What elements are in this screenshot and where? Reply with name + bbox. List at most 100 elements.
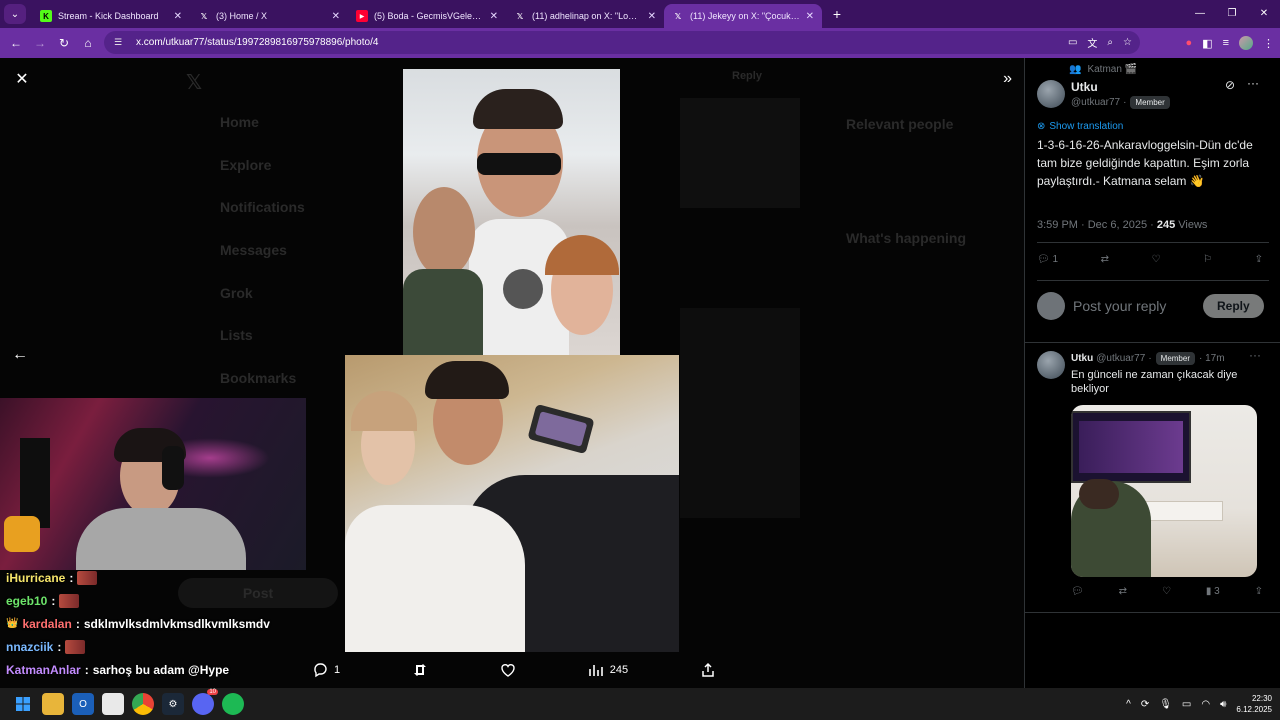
heart-icon[interactable]: ♡: [1152, 254, 1161, 265]
author-handle-row: @utkuar77 · Member: [1071, 96, 1170, 109]
repost-icon: [412, 662, 428, 678]
calculator-icon[interactable]: [102, 693, 124, 715]
repost-icon[interactable]: ⇄: [1101, 254, 1109, 265]
tab-close-icon[interactable]: ✕: [490, 11, 498, 22]
more-icon[interactable]: ···: [1247, 76, 1259, 90]
ghost-nav-grok: Grok: [220, 285, 253, 301]
chat-message: egeb10:: [0, 589, 300, 612]
chrome-icon[interactable]: [132, 693, 154, 715]
community-header[interactable]: 👥 Katman 🎬: [1069, 64, 1137, 75]
stream-chat: iHurricane: egeb10: 👑 kardalan: sdklmvlks…: [0, 566, 300, 681]
menu-icon[interactable]: ⋮: [1263, 37, 1274, 50]
photo-top[interactable]: [403, 69, 620, 355]
windows-start-icon[interactable]: [12, 693, 34, 715]
reply-action[interactable]: 1: [312, 662, 340, 678]
x-logo-icon: 𝕏: [186, 72, 203, 94]
outlook-icon[interactable]: O: [72, 693, 94, 715]
views-action[interactable]: 245: [588, 662, 628, 678]
divider: [1025, 342, 1280, 343]
back-icon[interactable]: ←: [4, 36, 28, 50]
heart-icon: [500, 662, 516, 678]
tab-search-icon[interactable]: ⌄: [4, 4, 26, 24]
close-icon[interactable]: ✕: [12, 70, 32, 90]
forward-icon[interactable]: →: [28, 36, 52, 50]
previous-arrow-icon[interactable]: ←: [12, 346, 28, 364]
more-icon[interactable]: ···: [1249, 348, 1261, 362]
photo-actions-bar: 1 245: [300, 658, 730, 682]
profile-avatar[interactable]: [1239, 36, 1253, 50]
tab-0[interactable]: K Stream - Kick Dashboard ✕: [32, 4, 190, 28]
wifi-icon[interactable]: ◠: [1201, 699, 1210, 710]
avatar[interactable]: [1037, 80, 1065, 108]
steam-icon[interactable]: ⚙: [162, 693, 184, 715]
heart-icon[interactable]: ♡: [1162, 586, 1171, 597]
address-bar[interactable]: ☰ x.com/utkuar77/status/1997289816975978…: [104, 31, 1140, 54]
home-icon[interactable]: ⌂: [76, 36, 100, 50]
share-icon[interactable]: ⇪: [1255, 586, 1263, 597]
share-icon[interactable]: ⇪: [1255, 254, 1263, 265]
current-user-avatar: [1037, 292, 1065, 320]
tab-close-icon[interactable]: ✕: [174, 11, 182, 22]
chat-message: 👑 kardalan: sdklmvlksdmlvkmsdlkvmlksmdv: [6, 616, 270, 631]
tab-3[interactable]: 𝕏 (11) adhelinap on X: "Looks like ✕: [506, 4, 664, 28]
discord-icon[interactable]: 10: [192, 689, 218, 715]
share-action[interactable]: [700, 662, 716, 678]
repost-action[interactable]: [412, 662, 428, 678]
extensions-puzzle-icon[interactable]: ◧: [1202, 37, 1212, 50]
close-window-icon[interactable]: ✕: [1248, 0, 1280, 28]
avatar[interactable]: [1037, 351, 1065, 379]
tab-close-icon[interactable]: ✕: [648, 11, 656, 22]
tab-close-icon[interactable]: ✕: [332, 11, 340, 22]
member-badge: Member: [1130, 96, 1170, 109]
reload-icon[interactable]: ↻: [52, 36, 76, 50]
spotify-icon[interactable]: [222, 693, 244, 715]
tab-close-icon[interactable]: ✕: [806, 11, 814, 22]
tab-2[interactable]: ▶ (5) Boda - GecmisVGelecek (Offic ✕: [348, 4, 506, 28]
like-action[interactable]: [500, 662, 516, 678]
repost-icon[interactable]: ⇄: [1119, 586, 1127, 597]
collapse-sidebar-icon[interactable]: »: [1003, 70, 1012, 88]
clock[interactable]: 22:30 6.12.2025: [1236, 693, 1272, 715]
post-meta: 3:59 PM · Dec 6, 2025 · 245 Views: [1037, 219, 1208, 231]
extension-icon[interactable]: ●: [1186, 37, 1193, 49]
reply-image[interactable]: [1071, 405, 1257, 577]
chevron-up-icon[interactable]: ^: [1126, 699, 1131, 710]
divider: [1025, 612, 1280, 613]
reply-button[interactable]: 💬︎ 1: [1037, 254, 1058, 265]
tab-4[interactable]: 𝕏 (11) Jekeyy on X: "Çocukluğunu ✕: [664, 4, 822, 28]
ghost-whats-happening: What's happening: [846, 230, 966, 246]
reply-input[interactable]: Post your reply: [1073, 298, 1166, 314]
media-icon[interactable]: ≡: [1223, 37, 1229, 49]
new-tab-button[interactable]: +: [826, 6, 848, 22]
sync-icon[interactable]: ⟳: [1141, 699, 1149, 710]
bookmark-icon[interactable]: ⚐: [1203, 254, 1212, 265]
tv-screen: [1079, 421, 1183, 473]
tab-1[interactable]: 𝕏 (3) Home / X ✕: [190, 4, 348, 28]
photo-bottom[interactable]: [345, 355, 679, 652]
file-explorer-icon[interactable]: [42, 693, 64, 715]
toy-figure: [4, 516, 40, 552]
reply-icon: 💬︎: [1037, 254, 1050, 265]
reply-actions: 💬︎ ⇄ ♡ ▮ 3 ⇪: [1071, 586, 1263, 597]
volume-icon[interactable]: 🔊︎: [1220, 699, 1226, 710]
microphone: [20, 438, 50, 528]
site-info-icon[interactable]: ☰: [114, 37, 128, 48]
reply-icon[interactable]: 💬︎: [1071, 586, 1084, 597]
cast-icon[interactable]: ▭: [1068, 37, 1077, 48]
translate-icon[interactable]: 文: [1087, 35, 1097, 50]
url-text: x.com/utkuar77/status/199728981697597889…: [136, 37, 379, 48]
author-name[interactable]: Utku: [1071, 80, 1098, 94]
zoom-icon[interactable]: ⌕: [1107, 37, 1113, 48]
restore-icon[interactable]: ❐: [1216, 0, 1248, 28]
show-translation-link[interactable]: ⊗ Show translation: [1037, 121, 1123, 132]
face: [413, 187, 475, 277]
share-icon: [700, 662, 716, 678]
bookmark-star-icon[interactable]: ☆: [1123, 37, 1132, 48]
reply-submit-button[interactable]: Reply: [1203, 294, 1264, 318]
x-logo-icon: 𝕏: [200, 11, 208, 21]
minimize-icon[interactable]: —: [1184, 0, 1216, 28]
display-icon[interactable]: ▭: [1182, 699, 1191, 710]
views-button[interactable]: ▮ 3: [1206, 586, 1220, 597]
microphone-icon[interactable]: 🎙︎: [1159, 699, 1172, 710]
grok-icon[interactable]: ⊘: [1225, 78, 1235, 92]
